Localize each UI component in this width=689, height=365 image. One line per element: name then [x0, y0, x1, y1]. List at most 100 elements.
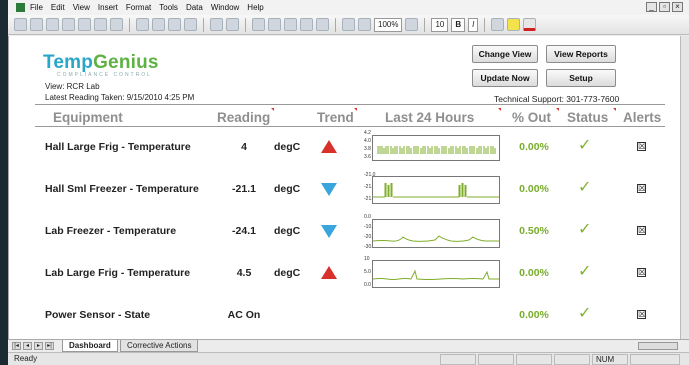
print-preview-icon[interactable]: [94, 18, 107, 31]
trend-down-icon: [321, 225, 337, 238]
print-icon[interactable]: [78, 18, 91, 31]
sheet-tab-bar: |◂ ◂ ▸ ▸| Dashboard Corrective Actions: [8, 339, 689, 352]
status-ready: Ready: [14, 354, 38, 363]
sort-ascending-icon[interactable]: [300, 18, 313, 31]
first-sheet-icon[interactable]: |◂: [12, 342, 21, 350]
cut-icon[interactable]: [136, 18, 149, 31]
pct-out-value: 0.00%: [519, 141, 549, 153]
view-label: View: RCR Lab: [45, 82, 100, 91]
minimize-icon[interactable]: _: [646, 2, 657, 12]
view-reports-button[interactable]: View Reports: [546, 45, 616, 63]
menu-file[interactable]: File: [30, 3, 43, 12]
open-icon[interactable]: [30, 18, 43, 31]
comment-marker: [498, 108, 501, 111]
bold-button[interactable]: B: [451, 17, 466, 32]
toolbar-separator: [424, 17, 426, 32]
reading-value: -21.1: [232, 183, 256, 195]
excel-window: File Edit View Insert Format Tools Data …: [8, 0, 689, 365]
redo-icon[interactable]: [226, 18, 239, 31]
spelling-icon[interactable]: [110, 18, 123, 31]
horizontal-scrollbar[interactable]: [638, 342, 678, 350]
reading-unit: degC: [274, 141, 301, 153]
setup-button[interactable]: Setup: [546, 69, 616, 87]
alert-checkbox[interactable]: ☒: [637, 226, 646, 235]
vertical-scrollbar[interactable]: [680, 36, 689, 339]
status-check-icon: ✓: [578, 221, 592, 238]
alert-checkbox[interactable]: ☒: [637, 268, 646, 277]
sparkline-graph: [373, 235, 499, 242]
restore-icon[interactable]: ▫: [659, 2, 670, 12]
paste-icon[interactable]: [168, 18, 181, 31]
undo-icon[interactable]: [210, 18, 223, 31]
new-icon[interactable]: [14, 18, 27, 31]
toolbar-separator: [484, 17, 486, 32]
update-now-button[interactable]: Update Now: [472, 69, 538, 87]
status-cell: [478, 354, 514, 365]
font-color-icon[interactable]: [523, 18, 537, 31]
pct-out-value: 0.50%: [519, 225, 549, 237]
equipment-name: Lab Freezer - Temperature: [45, 225, 177, 237]
function-icon[interactable]: [284, 18, 297, 31]
zoom-select[interactable]: 100%: [374, 17, 403, 32]
workbook-icon: [16, 3, 25, 12]
tab-dashboard[interactable]: Dashboard: [62, 340, 118, 352]
tab-corrective-actions[interactable]: Corrective Actions: [120, 340, 199, 352]
next-sheet-icon[interactable]: ▸: [34, 342, 43, 350]
menu-help[interactable]: Help: [247, 3, 263, 12]
copy-icon[interactable]: [152, 18, 165, 31]
sparkline-graph: [373, 183, 499, 198]
drawing-icon[interactable]: [358, 18, 371, 31]
menu-bar: File Edit View Insert Format Tools Data …: [8, 0, 689, 15]
change-view-button[interactable]: Change View: [472, 45, 538, 63]
close-icon[interactable]: ×: [672, 2, 683, 12]
header-divider-top: [35, 104, 665, 105]
autosum-icon[interactable]: [268, 18, 281, 31]
prev-sheet-icon[interactable]: ◂: [23, 342, 32, 350]
equipment-name: Lab Large Frig - Temperature: [45, 267, 191, 279]
last-sheet-icon[interactable]: ▸|: [45, 342, 54, 350]
fill-color-icon[interactable]: [507, 18, 521, 31]
trend-up-icon: [321, 266, 337, 279]
menu-format[interactable]: Format: [126, 3, 151, 12]
reading-value: -24.1: [232, 225, 256, 237]
last24-sparkline: 0.0 -10.0 -20.0 -30.0: [364, 214, 502, 252]
standard-toolbar: 100% 10 B I: [8, 15, 689, 35]
status-check-icon: ✓: [578, 137, 592, 154]
menu-insert[interactable]: Insert: [98, 3, 118, 12]
sparkline-graph: [377, 146, 496, 154]
reading-unit: degC: [274, 267, 301, 279]
pct-out-value: 0.00%: [519, 183, 549, 195]
comment-marker: [354, 108, 357, 111]
equipment-name: Power Sensor - State: [45, 309, 151, 321]
col-header-alerts: Alerts: [623, 110, 662, 125]
menu-view[interactable]: View: [73, 3, 90, 12]
alert-checkbox[interactable]: ☒: [637, 142, 646, 151]
alert-checkbox[interactable]: ☒: [637, 184, 646, 193]
alert-checkbox[interactable]: ☒: [637, 310, 646, 319]
chart-wizard-icon[interactable]: [342, 18, 355, 31]
equipment-name: Hall Large Frig - Temperature: [45, 141, 191, 153]
sparkline-graph: [373, 269, 499, 280]
col-header-status: Status: [567, 110, 609, 125]
reading-value: 4.5: [236, 267, 252, 279]
menu-edit[interactable]: Edit: [51, 3, 65, 12]
reading-value: AC On: [227, 309, 261, 321]
help-icon[interactable]: [405, 18, 419, 31]
status-check-icon: ✓: [578, 263, 592, 280]
sort-descending-icon[interactable]: [316, 18, 329, 31]
save-icon[interactable]: [46, 18, 59, 31]
status-cell: [554, 354, 590, 365]
format-painter-icon[interactable]: [184, 18, 197, 31]
menu-window[interactable]: Window: [211, 3, 239, 12]
italic-button[interactable]: I: [468, 17, 479, 32]
latest-reading-label: Latest Reading Taken: 9/15/2010 4:25 PM: [45, 93, 195, 102]
trend-down-icon: [321, 183, 337, 196]
borders-icon[interactable]: [491, 18, 505, 31]
menu-tools[interactable]: Tools: [159, 3, 178, 12]
font-size-select[interactable]: 10: [431, 17, 449, 32]
menu-data[interactable]: Data: [186, 3, 203, 12]
dashboard-sheet: TempGenius COMPLIANCE CONTROL View: RCR …: [8, 36, 680, 339]
hyperlink-icon[interactable]: [252, 18, 265, 31]
equipment-name: Hall Sml Freezer - Temperature: [45, 183, 199, 195]
permission-icon[interactable]: [62, 18, 75, 31]
